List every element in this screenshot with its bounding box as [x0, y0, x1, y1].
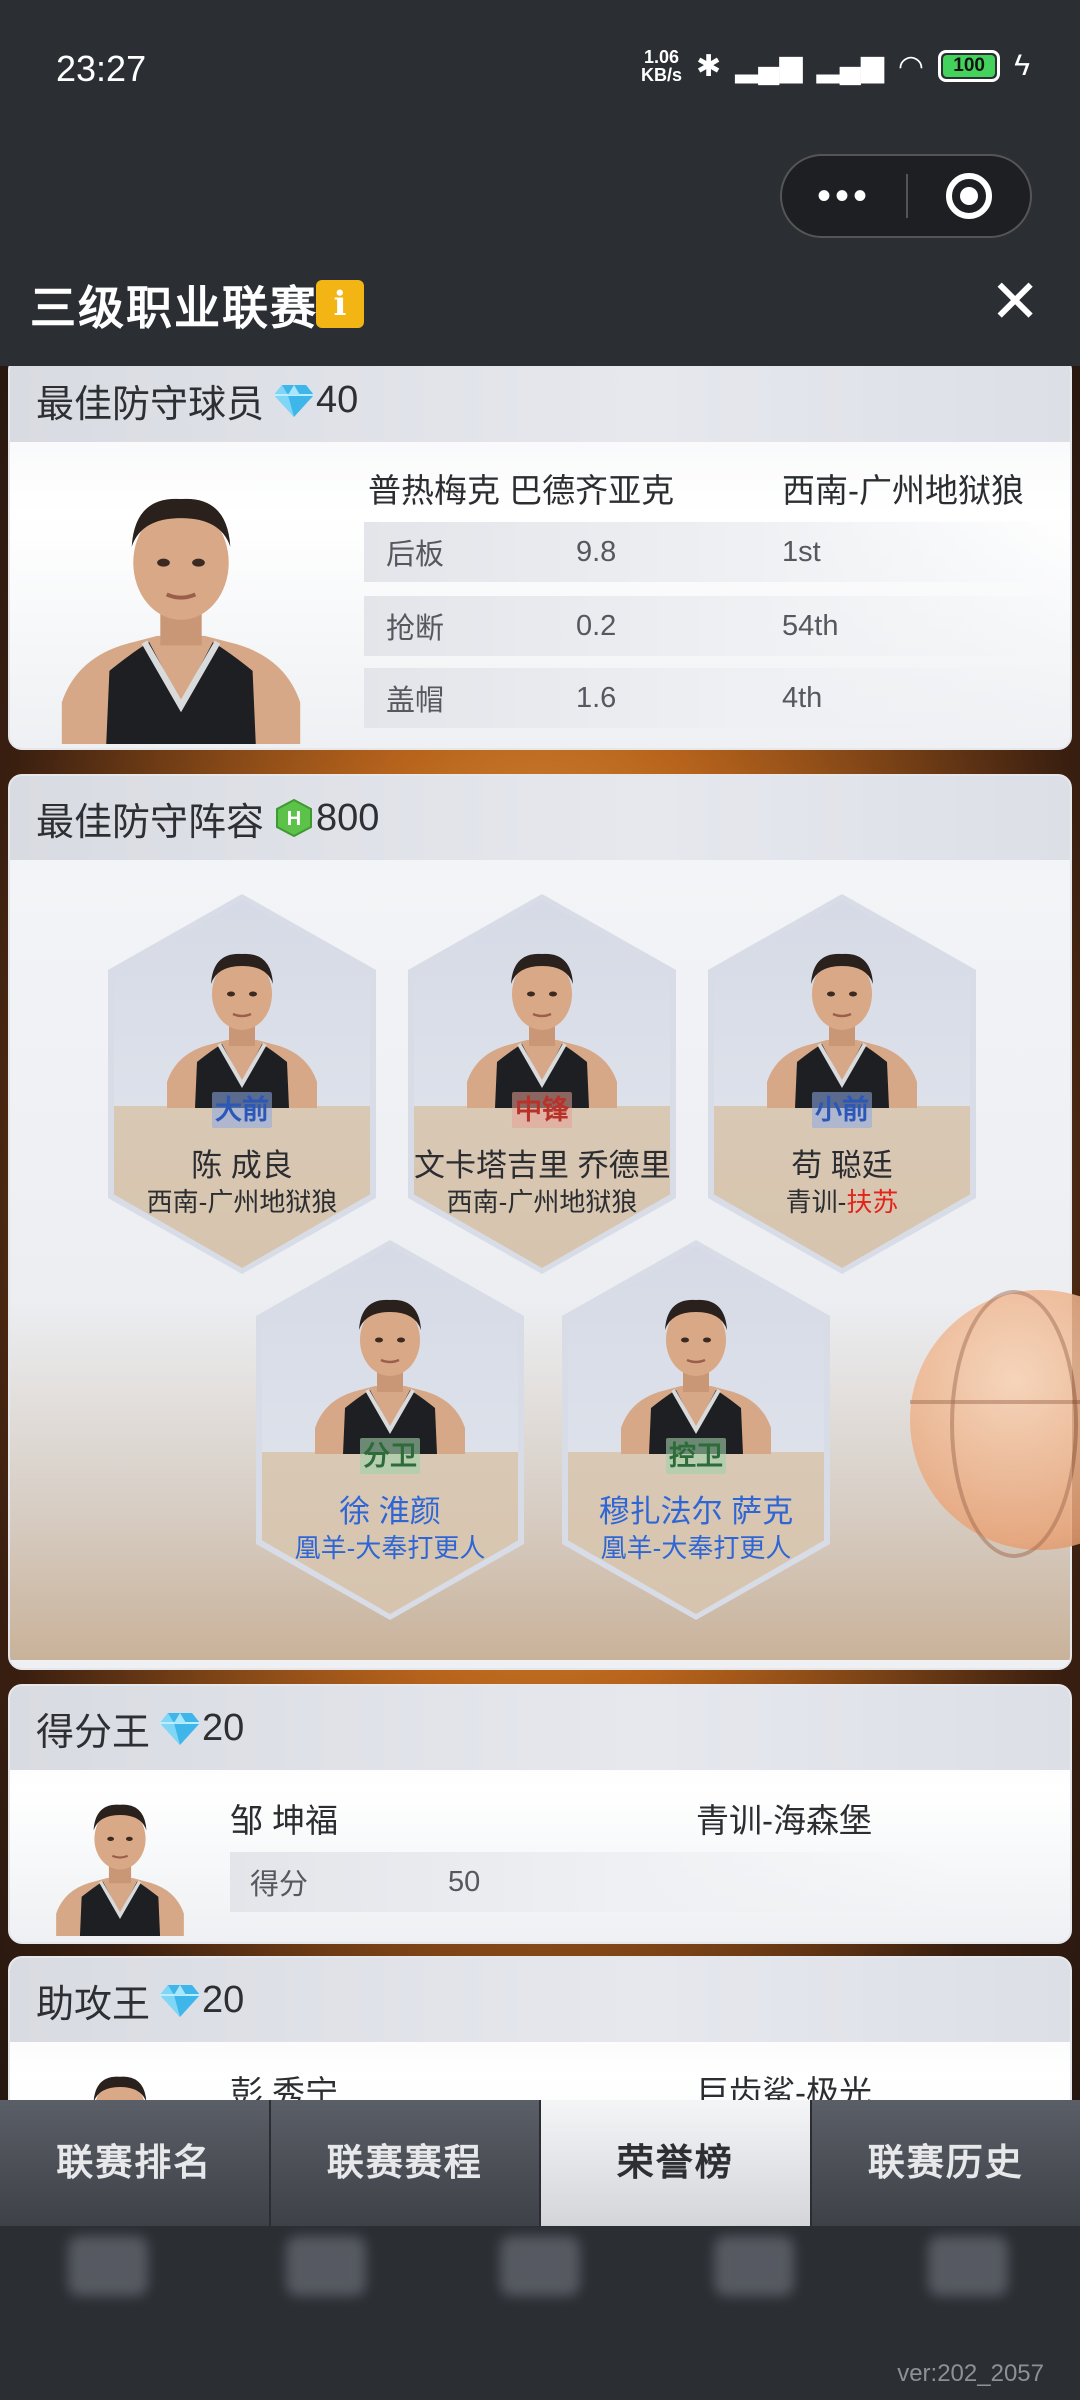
charging-icon: ϟ — [1014, 49, 1030, 82]
miniprogram-capsule: ••• — [780, 154, 1032, 238]
lineup-player-card[interactable]: 中锋 文卡塔吉里 乔德里 西南-广州地狱狼 — [408, 894, 676, 1274]
player-name: 苟 聪廷 — [791, 1148, 893, 1183]
wifi-icon: ◠ — [897, 49, 925, 83]
exit-miniprogram-button[interactable] — [908, 173, 1030, 219]
stat-value: 1.6 — [576, 681, 617, 714]
stat-label: 盖帽 — [386, 685, 445, 717]
stat-value: 0.2 — [576, 609, 617, 642]
best-defense-lineup-card: 最佳防守阵容 800 大前 陈 成良 西南-广州地狱狼 中锋 文卡塔吉里 乔德里… — [8, 774, 1072, 1670]
player-name: 邹 坤福 — [230, 1802, 339, 1839]
more-options-icon[interactable]: ••• — [782, 156, 906, 236]
player-avatar — [621, 1278, 771, 1454]
status-bar: 23:27 1.06 KB/s ✱ ▂▄▆ ▂▄▆ ◠ 100 ϟ — [0, 0, 1080, 140]
blurred-nav-icon — [490, 2226, 590, 2366]
target-circle-icon — [945, 173, 992, 219]
player-name: 徐 淮颜 — [339, 1494, 441, 1529]
position-badge: 小前 — [812, 1092, 872, 1128]
stat-rank: 1st — [782, 535, 821, 568]
stat-rank: 4th — [782, 681, 823, 714]
stat-label: 得分 — [250, 1869, 309, 1901]
player-avatar — [315, 1278, 465, 1454]
card-title: 得分王 — [36, 1711, 151, 1754]
blurred-nav-icon — [276, 2226, 376, 2366]
page-title: 三级职业联赛 — [30, 282, 318, 334]
player-team: 西南-广州地狱狼 — [446, 1187, 638, 1217]
player-avatar — [16, 464, 346, 744]
stat-row: 抢断 0.2 54th — [364, 596, 1064, 656]
player-name: 穆扎法尔 萨克 — [598, 1494, 794, 1529]
battery-level: 100 — [943, 55, 996, 77]
card-title: 最佳防守阵容 — [36, 801, 265, 844]
reward-value: 40 — [316, 378, 359, 421]
blurred-nav-icon — [704, 2226, 804, 2366]
best-defender-header: 最佳防守球员 40 — [10, 366, 1070, 442]
scoring-champion-card: 得分王 20 邹 坤福 青训-海森堡 得分 50 — [8, 1684, 1072, 1944]
tab-league-schedule[interactable]: 联赛赛程 — [270, 2100, 541, 2226]
signal-icon-2: ▂▄▆ — [816, 49, 884, 83]
stat-value: 9.8 — [576, 535, 617, 568]
best-defense-lineup-header: 最佳防守阵容 800 — [10, 776, 1070, 860]
diamond-icon — [274, 383, 314, 417]
position-badge: 大前 — [212, 1092, 272, 1128]
position-badge: 中锋 — [512, 1092, 572, 1128]
player-team: 西南-广州地狱狼 — [782, 472, 1024, 509]
lineup-player-card[interactable]: 大前 陈 成良 西南-广州地狱狼 — [108, 894, 376, 1274]
signal-icon: ▂▄▆ — [735, 49, 803, 83]
stat-rank: 54th — [782, 609, 839, 642]
position-badge: 分卫 — [360, 1438, 420, 1474]
position-badge: 控卫 — [666, 1438, 726, 1474]
player-avatar — [767, 932, 917, 1108]
stat-row: 得分 50 — [230, 1852, 950, 1912]
player-team: 青训-海森堡 — [696, 1802, 872, 1839]
tab-honor-list[interactable]: 荣誉榜 — [541, 2100, 812, 2226]
player-team: 西南-广州地狱狼 — [146, 1187, 338, 1217]
player-name: 普热梅克 巴德齐亚克 — [368, 472, 675, 509]
lineup-player-card[interactable]: 分卫 徐 淮颜 凰羊-大奉打更人 — [256, 1240, 524, 1620]
battery-icon: 100 — [938, 50, 1001, 82]
player-team: 凰羊-大奉打更人 — [600, 1533, 792, 1563]
reward-value: 20 — [202, 1706, 245, 1749]
lineup-player-card[interactable]: 控卫 穆扎法尔 萨克 凰羊-大奉打更人 — [562, 1240, 830, 1620]
card-title: 助攻王 — [36, 1983, 151, 2026]
player-name: 陈 成良 — [191, 1148, 293, 1183]
stat-label: 后板 — [386, 539, 445, 571]
reward-value: 20 — [202, 1978, 245, 2021]
bottom-tab-bar: 联赛排名 联赛赛程 荣誉榜 联赛历史 — [0, 2100, 1080, 2226]
best-defender-card: 最佳防守球员 40 普热梅克 巴德齐亚克 西南-广州地狱狼 后板 9.8 1st… — [8, 366, 1072, 750]
player-team: 青训-扶苏 — [785, 1187, 899, 1217]
player-name: 文卡塔吉里 乔德里 — [414, 1148, 671, 1183]
player-team: 凰羊-大奉打更人 — [294, 1533, 486, 1563]
stat-value: 50 — [448, 1865, 481, 1898]
scoring-champion-header: 得分王 20 — [10, 1686, 1070, 1770]
stat-label: 抢断 — [386, 613, 445, 645]
card-title: 最佳防守球员 — [36, 383, 265, 426]
status-icons: 1.06 KB/s ✱ ▂▄▆ ▂▄▆ ◠ 100 ϟ — [641, 48, 1030, 84]
hex-currency-icon — [276, 799, 312, 837]
blurred-nav-icon — [58, 2226, 158, 2366]
net-speed: 1.06 KB/s — [640, 47, 682, 85]
diamond-icon — [160, 1983, 200, 2017]
assist-champion-header: 助攻王 20 — [10, 1958, 1070, 2042]
tab-league-ranking[interactable]: 联赛排名 — [0, 2100, 271, 2226]
player-avatar — [167, 932, 317, 1108]
bluetooth-icon: ✱ — [695, 49, 722, 83]
close-icon[interactable]: ✕ — [990, 272, 1040, 332]
tab-league-history[interactable]: 联赛历史 — [811, 2100, 1080, 2226]
version-label: ver:202_2057 — [897, 2360, 1044, 2387]
honor-list-content[interactable]: 最佳防守球员 40 普热梅克 巴德齐亚克 西南-广州地狱狼 后板 9.8 1st… — [0, 366, 1080, 2226]
reward-value: 800 — [316, 796, 380, 839]
player-avatar — [467, 932, 617, 1108]
stat-row: 盖帽 1.6 4th — [364, 668, 1064, 728]
blurred-nav-icon — [918, 2226, 1018, 2366]
status-time: 23:27 — [56, 48, 147, 89]
lineup-player-card[interactable]: 小前 苟 聪廷 青训-扶苏 — [708, 894, 976, 1274]
stat-row: 后板 9.8 1st — [364, 522, 1064, 582]
player-avatar — [30, 1786, 210, 1936]
info-icon[interactable]: i — [316, 280, 364, 328]
diamond-icon — [160, 1711, 200, 1745]
